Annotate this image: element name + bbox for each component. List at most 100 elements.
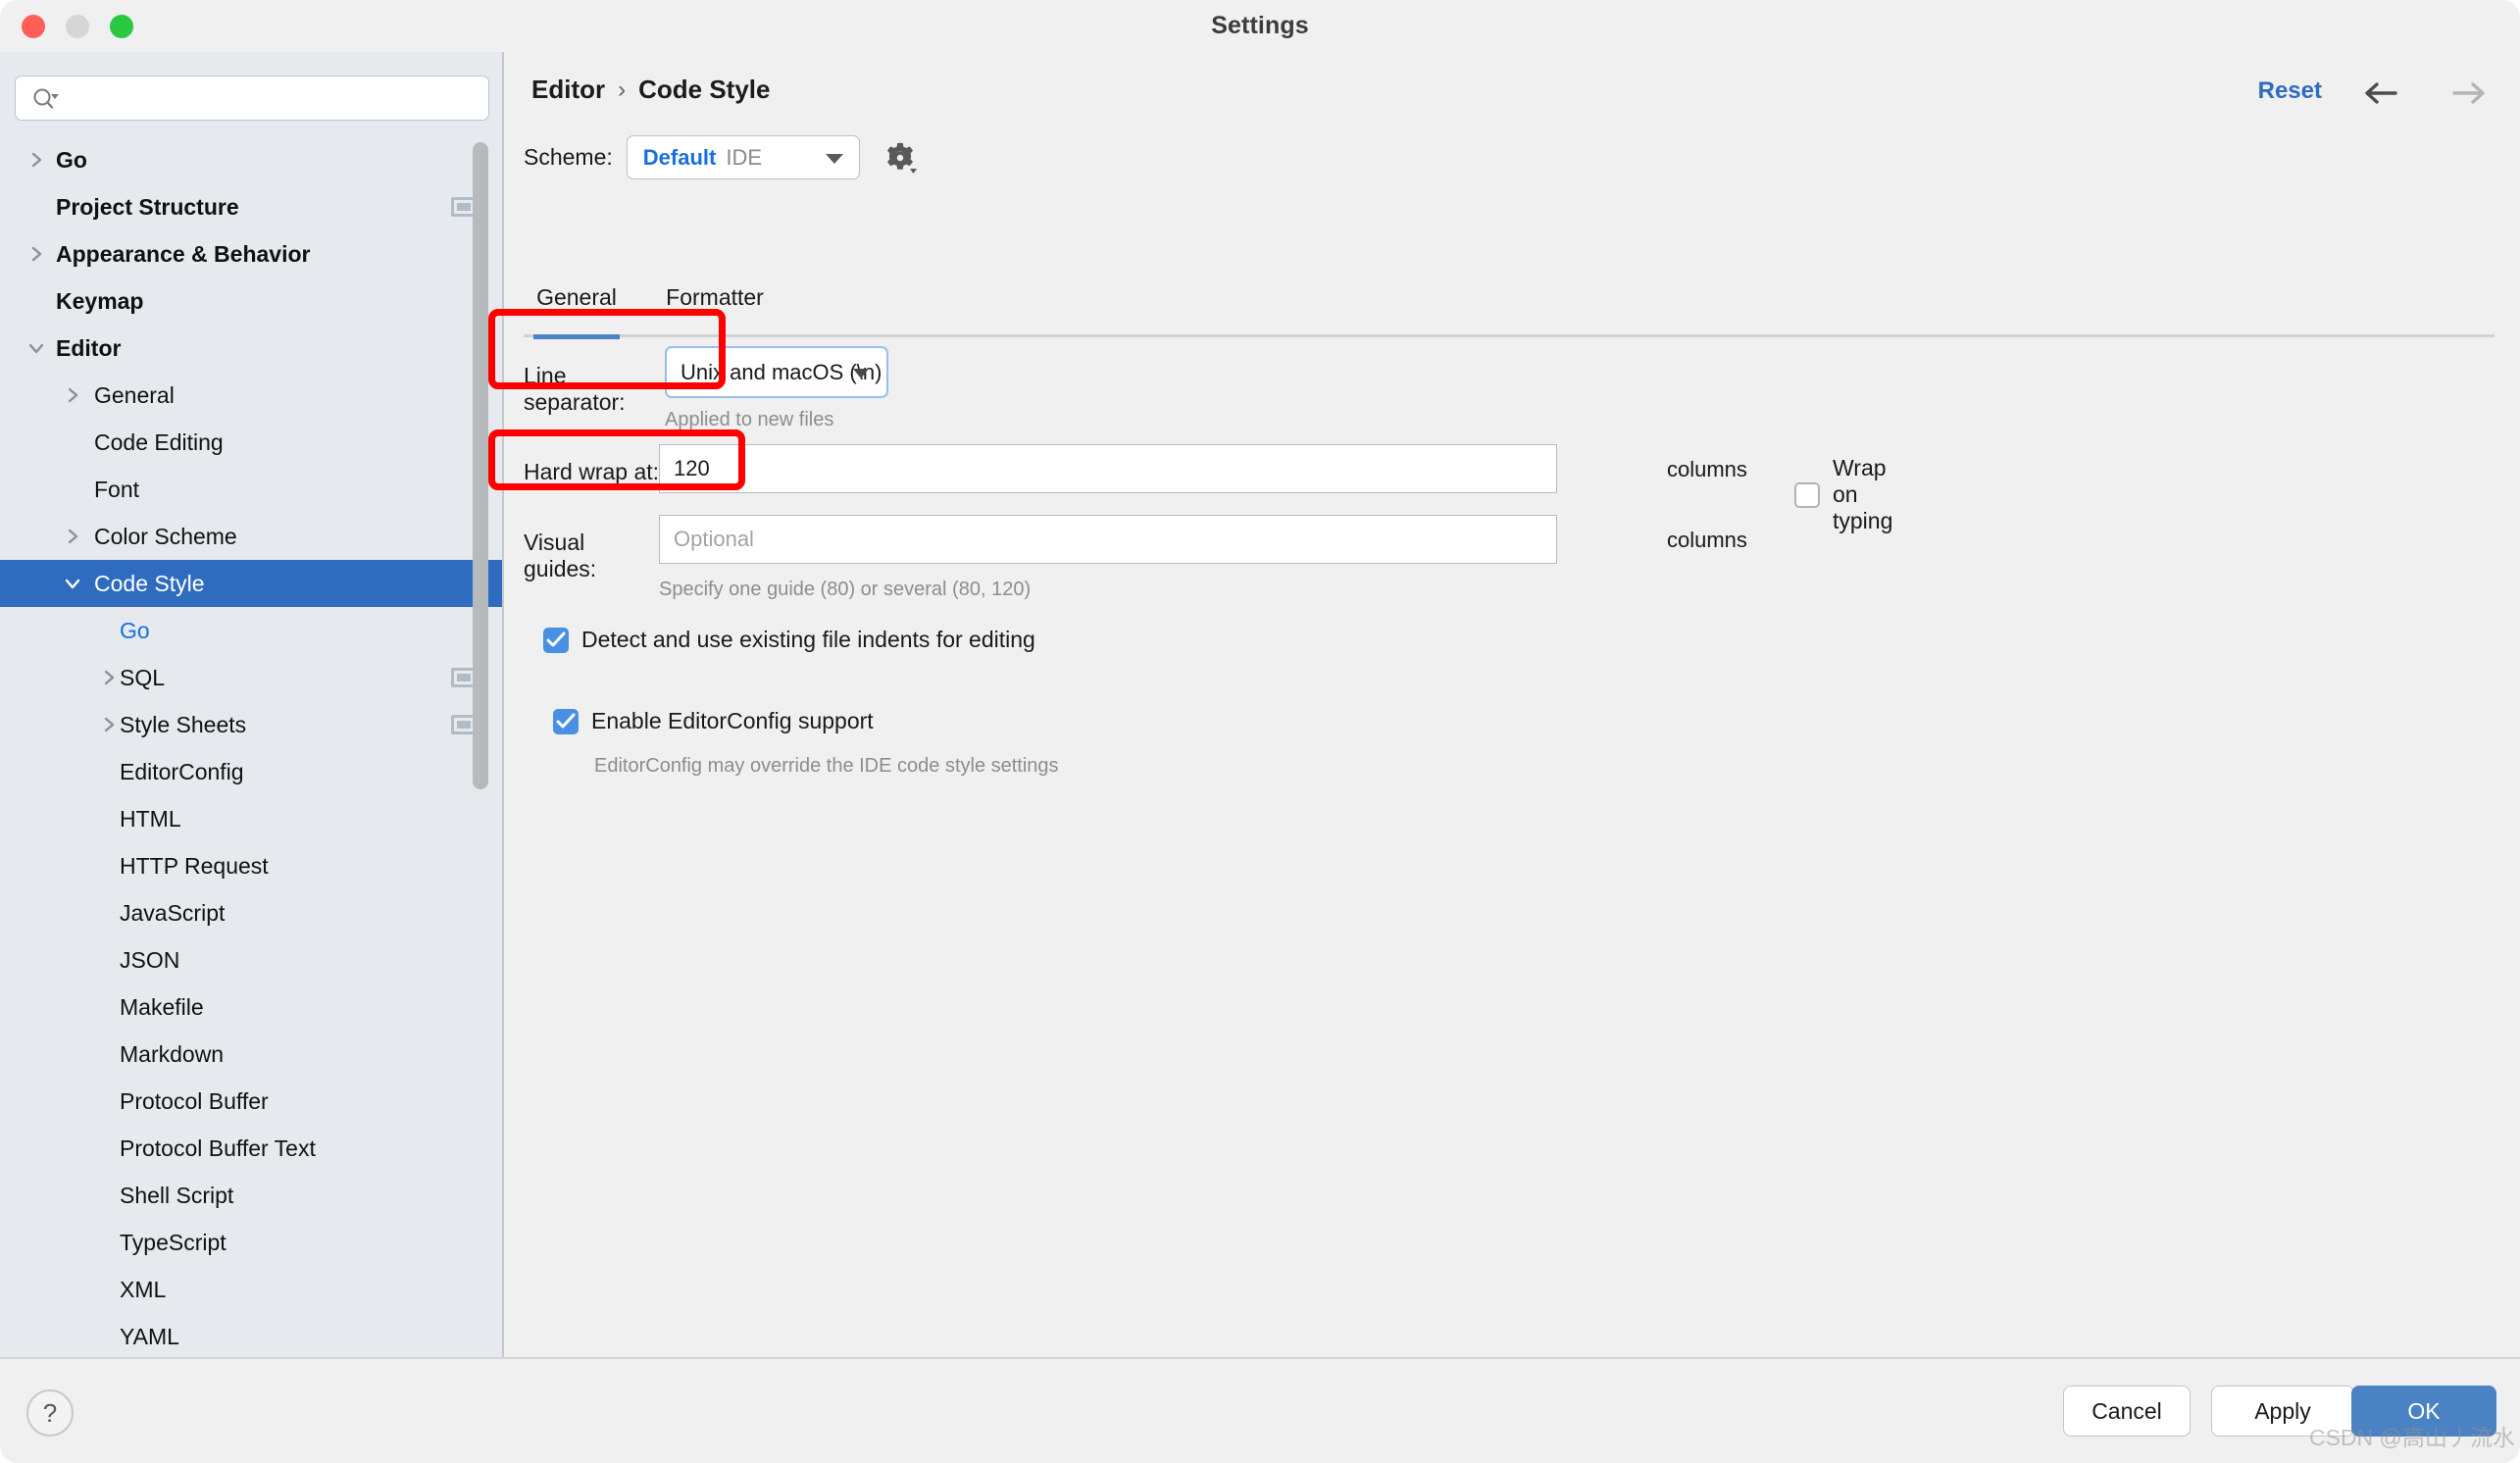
settings-tree: Go Project Structure Appearance & Behavior…: [0, 136, 502, 1357]
forward-arrow-icon[interactable]: [2449, 76, 2491, 110]
breadcrumb-separator-icon: ›: [618, 76, 626, 104]
sidebar-item-json[interactable]: JSON: [0, 936, 502, 984]
chevron-down-icon[interactable]: [25, 337, 47, 359]
settings-content-panel: Editor › Code Style Reset Scheme: Defaul…: [504, 52, 2520, 1357]
settings-search-box[interactable]: [15, 76, 489, 121]
sidebar-item-html[interactable]: HTML: [0, 795, 502, 842]
editorconfig-label: Enable EditorConfig support: [591, 708, 874, 734]
sidebar-item-label: Font: [94, 477, 139, 503]
tab-general[interactable]: General: [533, 282, 620, 336]
dialog-footer: ? Cancel Apply OK: [0, 1357, 2520, 1463]
line-separator-dropdown[interactable]: Unix and macOS (\n): [665, 346, 888, 398]
sidebar-item-general[interactable]: General: [0, 372, 502, 419]
line-separator-value: Unix and macOS (\n): [680, 360, 882, 385]
sidebar-item-label: Shell Script: [120, 1183, 233, 1209]
sidebar-item-label: Color Scheme: [94, 524, 237, 550]
editorconfig-row[interactable]: Enable EditorConfig support: [553, 708, 874, 734]
sidebar-item-code-editing[interactable]: Code Editing: [0, 419, 502, 466]
chevron-right-icon[interactable]: [62, 384, 83, 406]
breadcrumb-parent[interactable]: Editor: [531, 75, 605, 105]
settings-sidebar: Go Project Structure Appearance & Behavior…: [0, 52, 504, 1357]
apply-button[interactable]: Apply: [2211, 1386, 2354, 1437]
sidebar-item-label: EditorConfig: [120, 759, 244, 785]
sidebar-item-protocol-buffer-text[interactable]: Protocol Buffer Text: [0, 1125, 502, 1172]
sidebar-item-code-style[interactable]: Code Style: [0, 560, 502, 607]
sidebar-item-makefile[interactable]: Makefile: [0, 984, 502, 1031]
chevron-down-icon[interactable]: [62, 573, 83, 594]
sidebar-item-javascript[interactable]: JavaScript: [0, 889, 502, 936]
editorconfig-checkbox[interactable]: [553, 709, 579, 734]
visual-guides-unit: columns: [1667, 528, 1747, 553]
scheme-dropdown[interactable]: Default IDE: [627, 135, 860, 179]
sidebar-item-keymap[interactable]: Keymap: [0, 277, 502, 325]
cancel-button[interactable]: Cancel: [2063, 1386, 2191, 1437]
detect-indents-row[interactable]: Detect and use existing file indents for…: [543, 627, 1035, 653]
sidebar-item-appearance-behavior[interactable]: Appearance & Behavior: [0, 230, 502, 277]
sidebar-item-xml[interactable]: XML: [0, 1266, 502, 1313]
scheme-scope: IDE: [726, 145, 762, 171]
chevron-right-icon[interactable]: [98, 714, 120, 735]
sidebar-item-label: Code Style: [94, 571, 205, 597]
wrap-on-typing-checkbox[interactable]: [1794, 482, 1820, 508]
chevron-right-icon[interactable]: [25, 149, 47, 171]
sidebar-item-editor[interactable]: Editor: [0, 325, 502, 372]
sidebar-item-project-structure[interactable]: Project Structure: [0, 183, 502, 230]
line-separator-label: Line separator:: [524, 363, 661, 416]
sidebar-item-font[interactable]: Font: [0, 466, 502, 513]
visual-guides-input[interactable]: [659, 515, 1557, 564]
window-title: Settings: [0, 0, 2520, 52]
hard-wrap-unit: columns: [1667, 457, 1747, 482]
sidebar-item-label: Markdown: [120, 1041, 224, 1068]
wrap-on-typing-label: Wrap on typing: [1833, 455, 1892, 534]
sidebar-item-label: General: [94, 382, 175, 409]
chevron-right-icon[interactable]: [98, 667, 120, 688]
detect-indents-checkbox[interactable]: [543, 628, 569, 653]
sidebar-item-label: SQL: [120, 665, 165, 691]
tab-formatter[interactable]: Formatter: [661, 282, 769, 336]
sidebar-item-go[interactable]: Go: [0, 136, 502, 183]
sidebar-item-label: JSON: [120, 947, 179, 974]
reset-button[interactable]: Reset: [2258, 77, 2322, 105]
sidebar-item-typescript[interactable]: TypeScript: [0, 1219, 502, 1266]
window-titlebar: Settings: [0, 0, 2520, 52]
sidebar-item-label: HTML: [120, 806, 181, 832]
sidebar-item-label: XML: [120, 1277, 166, 1303]
sidebar-item-style-sheets[interactable]: Style Sheets: [0, 701, 502, 748]
settings-tabs: General Formatter: [524, 282, 2495, 337]
search-input[interactable]: [69, 76, 480, 122]
sidebar-item-http-request[interactable]: HTTP Request: [0, 842, 502, 889]
sidebar-item-color-scheme[interactable]: Color Scheme: [0, 513, 502, 560]
help-button[interactable]: ?: [26, 1389, 74, 1437]
ok-button[interactable]: OK: [2351, 1386, 2496, 1437]
back-arrow-icon[interactable]: [2359, 76, 2400, 110]
breadcrumb-current: Code Style: [638, 75, 770, 105]
breadcrumb: Editor › Code Style: [531, 75, 770, 105]
sidebar-item-yaml[interactable]: YAML: [0, 1313, 502, 1357]
sidebar-item-shell-script[interactable]: Shell Script: [0, 1172, 502, 1219]
sidebar-item-editorconfig[interactable]: EditorConfig: [0, 748, 502, 795]
sidebar-item-label: Keymap: [56, 288, 143, 315]
sidebar-item-label: TypeScript: [120, 1230, 227, 1256]
search-icon: [31, 87, 61, 111]
chevron-down-icon: [826, 154, 843, 164]
sidebar-item-protocol-buffer[interactable]: Protocol Buffer: [0, 1078, 502, 1125]
sidebar-item-sql[interactable]: SQL: [0, 654, 502, 701]
chevron-right-icon[interactable]: [62, 526, 83, 547]
gear-icon[interactable]: [882, 139, 919, 177]
sidebar-item-label: Makefile: [120, 994, 204, 1021]
sidebar-item-label: Project Structure: [56, 194, 239, 221]
sidebar-item-label: Code Editing: [94, 429, 224, 456]
line-separator-hint: Applied to new files: [665, 409, 833, 431]
sidebar-item-label: Go: [56, 147, 87, 174]
scheme-row: Scheme: Default IDE: [524, 135, 919, 179]
chevron-down-icon: [853, 369, 869, 378]
sidebar-item-go[interactable]: Go: [0, 607, 502, 654]
sidebar-item-markdown[interactable]: Markdown: [0, 1031, 502, 1078]
sidebar-item-label: HTTP Request: [120, 853, 269, 880]
chevron-right-icon[interactable]: [25, 243, 47, 265]
wrap-on-typing-row[interactable]: Wrap on typing: [1794, 455, 1892, 534]
sidebar-scrollbar-thumb[interactable]: [473, 142, 488, 789]
hard-wrap-input[interactable]: [659, 444, 1557, 493]
visual-guides-hint: Specify one guide (80) or several (80, 1…: [659, 579, 1031, 601]
sidebar-item-label: YAML: [120, 1324, 179, 1350]
